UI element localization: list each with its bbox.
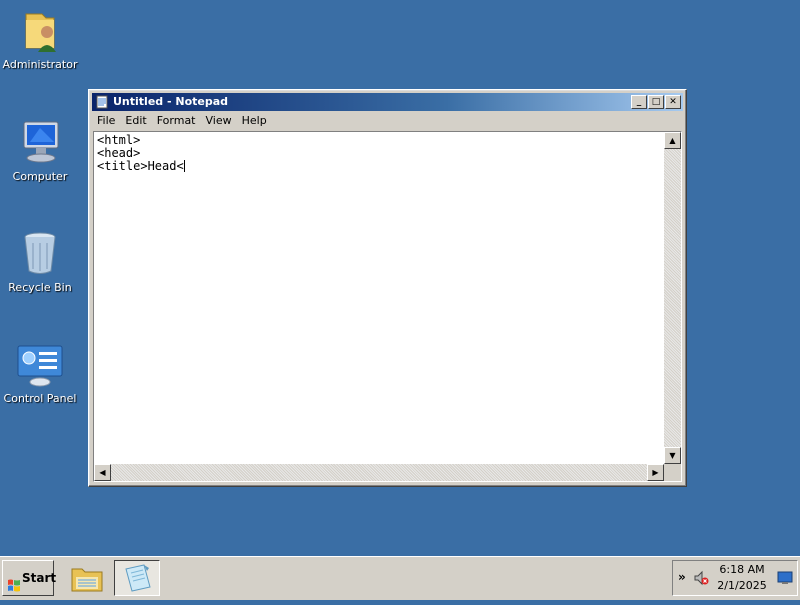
maximize-icon: □ xyxy=(651,97,661,107)
desktop-icon-recycle-bin[interactable]: Recycle Bin xyxy=(0,229,80,294)
notepad-icon xyxy=(95,95,109,109)
notepad-icon xyxy=(122,563,154,596)
desktop-icon-administrator[interactable]: Administrator xyxy=(0,6,80,71)
window-title: Untitled - Notepad xyxy=(113,95,229,108)
start-button[interactable]: Start xyxy=(2,560,57,596)
show-hidden-icons-button[interactable]: » xyxy=(678,570,686,584)
clock-time[interactable]: 6:18 AM xyxy=(711,563,773,576)
desktop-icon-control-panel[interactable]: Control Panel xyxy=(0,340,80,405)
size-grip[interactable] xyxy=(664,464,681,481)
editor-text: <html> <head> <title>Head< xyxy=(97,133,184,173)
taskbar-explorer-button[interactable] xyxy=(64,560,110,596)
scroll-right-button[interactable]: ▶ xyxy=(647,464,664,481)
scroll-down-button[interactable]: ▼ xyxy=(664,447,681,464)
desktop-icon-label: Computer xyxy=(12,170,68,183)
desktop-icon-label: Administrator xyxy=(2,58,78,71)
taskbar: Start » 6:18 AM 2/1/2025 xyxy=(0,556,800,600)
menu-bar: File Edit Format View Help xyxy=(92,112,683,130)
menu-format[interactable]: Format xyxy=(152,112,201,130)
recycle-bin-icon xyxy=(16,229,64,277)
text-caret xyxy=(183,160,185,172)
desktop-icon-computer[interactable]: Computer xyxy=(0,118,80,183)
folder-icon xyxy=(70,563,104,596)
clock-date[interactable]: 2/1/2025 xyxy=(711,579,773,592)
text-editor[interactable]: <html> <head> <title>Head< xyxy=(95,133,662,462)
close-icon: ✕ xyxy=(669,97,677,107)
notepad-window[interactable]: Untitled - Notepad _ □ ✕ File Edit Format V… xyxy=(88,89,687,487)
edit-area[interactable]: <html> <head> <title>Head< ▲ ▼ ◀ ▶ xyxy=(93,131,682,482)
minimize-button[interactable]: _ xyxy=(631,95,647,109)
system-tray: » 6:18 AM 2/1/2025 xyxy=(672,560,798,596)
show-desktop-icon[interactable] xyxy=(777,570,793,589)
computer-icon xyxy=(16,118,64,166)
windows-flag-icon xyxy=(7,571,21,592)
menu-help[interactable]: Help xyxy=(237,112,272,130)
close-button[interactable]: ✕ xyxy=(665,95,681,109)
scroll-up-button[interactable]: ▲ xyxy=(664,132,681,149)
desktop-icon-label: Control Panel xyxy=(3,392,77,405)
control-panel-icon xyxy=(16,340,64,388)
desktop-icon-label: Recycle Bin xyxy=(8,281,72,294)
scroll-left-button[interactable]: ◀ xyxy=(94,464,111,481)
start-label: Start xyxy=(22,571,57,585)
menu-file[interactable]: File xyxy=(92,112,120,130)
minimize-icon: _ xyxy=(636,97,642,107)
menu-view[interactable]: View xyxy=(201,112,237,130)
volume-muted-icon[interactable] xyxy=(693,570,709,589)
horizontal-scrollbar[interactable]: ◀ ▶ xyxy=(94,464,664,481)
window-titlebar[interactable]: Untitled - Notepad _ □ ✕ xyxy=(92,93,683,111)
menu-edit[interactable]: Edit xyxy=(120,112,151,130)
vertical-scrollbar[interactable]: ▲ ▼ xyxy=(664,132,681,464)
user-folder-icon xyxy=(16,6,64,54)
taskbar-notepad-button[interactable] xyxy=(114,560,160,596)
maximize-button[interactable]: □ xyxy=(648,95,664,109)
